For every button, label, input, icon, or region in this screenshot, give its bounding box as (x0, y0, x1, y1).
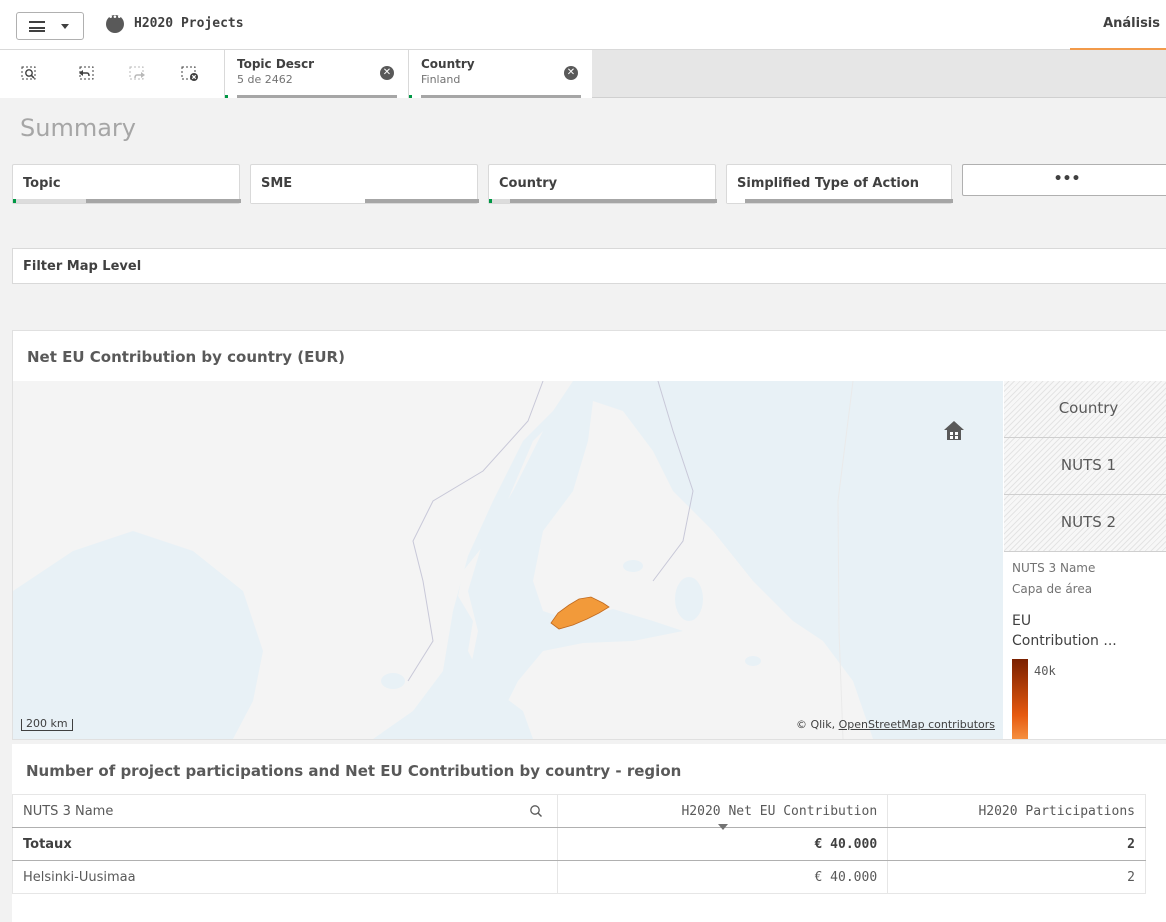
selections-bar: Topic Descr 5 de 2462 ✕ Country Finland … (0, 50, 1166, 98)
navigation-menu-button[interactable] (16, 12, 84, 40)
chip-value: 5 de 2462 (237, 73, 293, 86)
bar-excluded (365, 199, 479, 203)
filter-type-of-action[interactable]: Simplified Type of Action (726, 164, 953, 204)
app-title: H2020 Projects (134, 16, 244, 31)
home-icon[interactable] (941, 417, 967, 443)
selection-tools (0, 50, 224, 98)
filter-map-level[interactable]: Filter Map Level (12, 248, 1166, 284)
attribution-text: © Qlik, (795, 718, 839, 731)
filter-label: Topic (23, 176, 61, 191)
sort-descending-icon (718, 824, 729, 830)
clear-selection-icon[interactable]: ✕ (564, 66, 578, 80)
legend-layer: Capa de área (1012, 582, 1093, 596)
selection-bar-selected (225, 95, 228, 98)
lake-ladoga (675, 577, 703, 621)
lake (381, 673, 405, 689)
clear-all-icon[interactable] (180, 64, 200, 84)
total-contribution: € 40.000 (557, 824, 889, 861)
total-label: Totaux (11, 827, 559, 861)
hamburger-icon (29, 21, 45, 32)
more-filters-button[interactable]: ••• (962, 164, 1166, 196)
map-panel: Net EU Contribution by country (EUR) 200… (12, 330, 1166, 740)
legend-dimension: NUTS 3 Name (1012, 561, 1096, 575)
map-legend: Country NUTS 1 NUTS 2 NUTS 3 Name Capa d… (1004, 381, 1166, 739)
white-sea (713, 381, 893, 481)
app-more-icon[interactable] (106, 13, 124, 33)
chip-title: Country (421, 57, 475, 71)
total-contribution-value: € 40.000 (814, 836, 878, 852)
top-bar: H2020 Projects Análisis (0, 0, 1166, 50)
chip-title: Topic Descr (237, 57, 315, 71)
column-header-nuts3[interactable]: NUTS 3 Name (11, 794, 559, 828)
basemap (13, 381, 1003, 739)
level-button-country[interactable]: Country (1004, 381, 1166, 438)
bar-possible (492, 199, 510, 203)
table-title: Number of project participations and Net… (26, 762, 682, 780)
bar-excluded (86, 199, 241, 203)
filter-label: SME (261, 176, 293, 191)
map-title: Net EU Contribution by country (EUR) (27, 348, 345, 366)
step-back-icon[interactable] (76, 64, 96, 84)
column-label: H2020 Participations (978, 803, 1135, 819)
map-scale: 200 km (21, 718, 73, 731)
cell-participations: 2 (887, 860, 1146, 894)
selection-bar (237, 95, 397, 98)
clear-selection-icon[interactable]: ✕ (380, 66, 394, 80)
level-button-nuts2[interactable]: NUTS 2 (1004, 495, 1166, 552)
chevron-down-icon (61, 24, 69, 29)
legend-color-scale (1012, 659, 1028, 739)
bar-possible (727, 199, 745, 203)
step-forward-icon[interactable] (128, 64, 148, 84)
selection-bar (421, 95, 581, 98)
osm-link[interactable]: OpenStreetMap contributors (839, 718, 995, 731)
column-header-contribution[interactable]: H2020 Net EU Contribution (557, 794, 889, 828)
bar-possible (251, 199, 365, 203)
filter-sme[interactable]: SME (250, 164, 479, 204)
tab-analysis[interactable]: Análisis (1070, 0, 1166, 50)
data-table: NUTS 3 Name H2020 Net EU Contribution H2… (11, 794, 1146, 894)
bar-excluded (510, 199, 717, 203)
level-button-nuts1[interactable]: NUTS 1 (1004, 438, 1166, 495)
filter-topic[interactable]: Topic (12, 164, 241, 204)
smart-search-icon[interactable] (20, 64, 40, 84)
map-attribution: © Qlik, OpenStreetMap contributors (796, 718, 995, 731)
legend-max-value: 40k (1034, 664, 1056, 678)
total-participations: 2 (887, 827, 1146, 861)
cell-nuts3-name[interactable]: Helsinki-Uusimaa (11, 860, 559, 894)
search-icon[interactable] (529, 804, 543, 818)
column-header-participations[interactable]: H2020 Participations (887, 794, 1146, 828)
sheet-title: Summary (20, 114, 136, 142)
table-row[interactable]: Helsinki-Uusimaa € 40.000 2 (11, 860, 1146, 894)
bar-excluded (745, 199, 953, 203)
filter-label: Simplified Type of Action (737, 176, 920, 191)
map-canvas[interactable]: 200 km © Qlik, OpenStreetMap contributor… (13, 381, 1003, 739)
legend-measure-line1: EU (1012, 613, 1032, 629)
table-panel: Number of project participations and Net… (11, 744, 1166, 922)
legend-measure-line2: Contribution ... (1012, 633, 1117, 649)
filter-label: Filter Map Level (23, 259, 142, 274)
column-label: H2020 Net EU Contribution (681, 803, 878, 819)
lake (745, 656, 761, 666)
selection-bar-selected (409, 95, 412, 98)
column-label: NUTS 3 Name (23, 803, 114, 819)
totals-row: Totaux € 40.000 2 (11, 824, 1146, 861)
chip-value: Finland (421, 73, 461, 86)
lake (623, 560, 643, 572)
filter-country[interactable]: Country (488, 164, 717, 204)
cell-contribution: € 40.000 (557, 860, 889, 894)
selection-chip-topic[interactable]: Topic Descr 5 de 2462 ✕ (224, 50, 408, 98)
filter-label: Country (499, 176, 558, 191)
selection-chip-country[interactable]: Country Finland ✕ (408, 50, 592, 98)
table-header-row: NUTS 3 Name H2020 Net EU Contribution H2… (11, 794, 1146, 828)
bar-possible (16, 199, 86, 203)
